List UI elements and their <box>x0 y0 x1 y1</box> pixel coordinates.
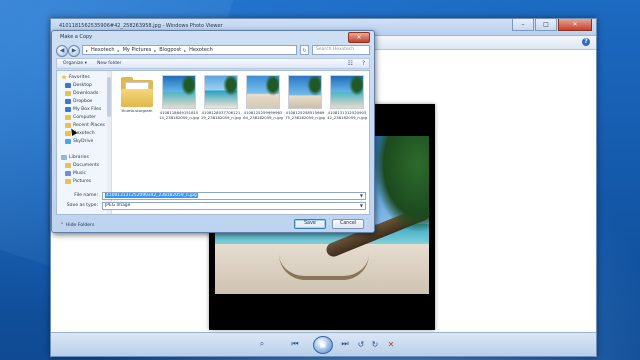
save-type-value: JPEG Image <box>105 203 131 208</box>
image-thumbnail <box>246 75 280 109</box>
rotate-left-icon[interactable]: ↺ <box>355 338 367 350</box>
forward-arrow-icon[interactable]: ▶ <box>68 45 80 57</box>
breadcrumb-item[interactable]: Blogpost <box>159 47 181 53</box>
nav-favorites-header[interactable]: Favorites <box>61 73 90 81</box>
nav-libraries-header[interactable]: Libraries <box>61 153 89 161</box>
save-type-label: Save as type: <box>66 203 98 208</box>
nav-item-dropbox[interactable]: Dropbox <box>65 97 92 105</box>
image-thumbnail <box>162 75 196 109</box>
cancel-button[interactable]: Cancel <box>332 219 364 229</box>
zoom-icon[interactable]: ⌕ <box>255 338 269 350</box>
hide-folders-toggle[interactable]: ⌃ Hide Folders <box>60 223 94 228</box>
pictures-icon <box>65 178 71 184</box>
folder-icon <box>121 77 153 107</box>
file-name: 410812525851566975_238182059_n.jpg <box>285 110 325 120</box>
organize-menu[interactable]: Organize ▾ <box>63 61 87 66</box>
dialog-close-button[interactable]: ✕ <box>348 32 370 43</box>
address-bar[interactable]: ▸ Hexotech ▸ My Pictures ▸ Blogpost ▸ He… <box>82 45 297 55</box>
file-name-row: File name: 410813131252090342_238182059_… <box>60 192 366 201</box>
help-icon[interactable]: ? <box>362 60 365 67</box>
search-input[interactable]: Search Hexotech <box>312 45 370 55</box>
chevron-down-icon[interactable]: ▼ <box>360 203 363 209</box>
documents-icon <box>65 162 71 168</box>
breadcrumb-item[interactable]: Hexotech <box>189 47 213 53</box>
nav-item-documents[interactable]: Documents <box>65 161 99 169</box>
save-button[interactable]: Save <box>294 219 326 229</box>
image-thumbnail <box>204 75 238 109</box>
nav-item-downloads[interactable]: Downloads <box>65 89 98 97</box>
file-name-label: File name: <box>74 193 98 198</box>
help-icon[interactable]: ? <box>582 38 590 46</box>
desktop-icon <box>65 82 71 88</box>
previous-icon[interactable]: ⏮ <box>287 338 303 350</box>
file-name-field[interactable]: 410813131252090342_238182059_n.jpg ▼ <box>102 192 366 200</box>
image-thumbnail <box>330 75 364 109</box>
breadcrumb-item[interactable]: My Pictures <box>123 47 152 53</box>
save-type-select[interactable]: JPEG Image ▼ <box>102 202 366 210</box>
computer-icon <box>65 114 71 120</box>
slideshow-button[interactable]: ▣ <box>313 336 333 354</box>
dropbox-icon <box>65 98 71 104</box>
hide-folders-label: Hide Folders <box>65 223 95 228</box>
back-arrow-icon[interactable]: ◀ <box>56 45 68 57</box>
nav-item-desktop[interactable]: Desktop <box>65 81 92 89</box>
downloads-folder-icon <box>65 90 71 96</box>
box-icon <box>65 106 71 112</box>
refresh-icon[interactable]: ↻ <box>300 45 309 55</box>
file-item[interactable]: 410813131252090342_238182059_n.jpg <box>327 75 367 135</box>
file-name: 410812803770612129_238182059_n.jpg <box>201 110 241 120</box>
recent-places-icon <box>65 122 71 128</box>
nav-item-skydrive[interactable]: SkyDrive <box>65 137 93 145</box>
nav-item-my-box-files[interactable]: My Box Files <box>65 105 101 113</box>
save-type-row: Save as type: JPEG Image ▼ <box>60 202 366 211</box>
file-name: 410812525999996364_238182059_n.jpg <box>243 110 283 120</box>
viewer-controls-bar: ⌕ ⏮ ▣ ⏭ ↺ ↻ ✕ <box>51 332 596 356</box>
file-name: 410813131252090342_238182059_n.jpg <box>327 110 367 120</box>
new-folder-button[interactable]: New folder <box>97 61 121 66</box>
minimize-button[interactable]: – <box>512 19 534 31</box>
next-icon[interactable]: ⏭ <box>337 338 353 350</box>
file-name: thumb.storgram <box>121 108 153 113</box>
chevron-down-icon[interactable]: ▼ <box>360 193 363 199</box>
image-thumbnail <box>288 75 322 109</box>
dialog-title: Make a Copy <box>60 34 93 40</box>
nav-item-music[interactable]: Music <box>65 169 86 177</box>
maximize-button[interactable]: □ <box>535 19 557 31</box>
slideshow-icon: ▣ <box>319 341 327 349</box>
libraries-icon <box>61 154 67 160</box>
close-button[interactable]: ✕ <box>558 19 592 31</box>
file-item[interactable]: 410812803770612129_238182059_n.jpg <box>201 75 241 135</box>
address-row: ◀ ▶ ▸ Hexotech ▸ My Pictures ▸ Blogpost … <box>56 45 370 57</box>
file-item[interactable]: 410812525999996364_238182059_n.jpg <box>243 75 283 135</box>
delete-icon[interactable]: ✕ <box>385 338 397 350</box>
file-item[interactable]: thumb.storgram <box>117 75 157 135</box>
breadcrumb-item[interactable]: Hexotech <box>91 47 115 53</box>
file-name-value: 410813131252090342_238182059_n.jpg <box>105 193 198 198</box>
rotate-right-icon[interactable]: ↻ <box>369 338 381 350</box>
music-icon <box>65 170 71 176</box>
file-name: 410811864915181514_238182059_n.jpg <box>159 110 199 120</box>
file-item[interactable]: 410812525851566975_238182059_n.jpg <box>285 75 325 135</box>
star-icon <box>61 74 67 80</box>
nav-item-computer[interactable]: Computer <box>65 113 96 121</box>
nav-item-pictures[interactable]: Pictures <box>65 177 91 185</box>
file-item[interactable]: 410811864915181514_238182059_n.jpg <box>159 75 199 135</box>
make-a-copy-dialog: Make a Copy ✕ ◀ ▶ ▸ Hexotech ▸ My Pictur… <box>51 30 375 233</box>
chevron-up-icon: ⌃ <box>60 223 64 228</box>
viewer-title: 4101181562535906#42_258263958.jpg - Wind… <box>59 23 223 29</box>
skydrive-icon <box>65 138 71 144</box>
dialog-toolbar: Organize ▾ New folder ☷ ? <box>56 58 370 69</box>
view-options-icon[interactable]: ☷ <box>348 60 353 67</box>
